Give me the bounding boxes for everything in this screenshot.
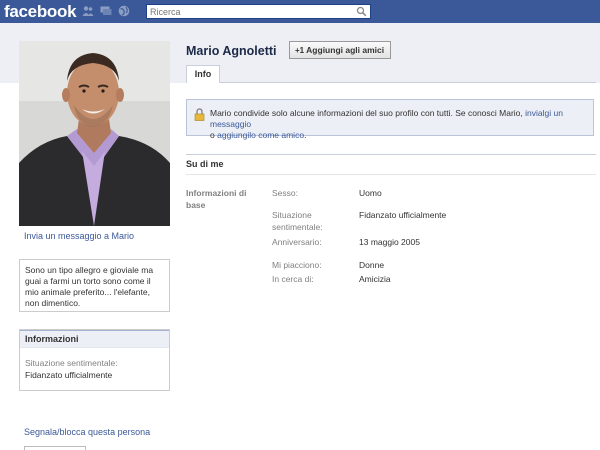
search-input[interactable] <box>147 5 352 18</box>
about-section-title: Su di me <box>186 159 224 169</box>
bottom-box-edge <box>24 446 86 450</box>
field-value-interested-in: Donne <box>359 260 385 270</box>
field-key-relationship: Situazione sentimentale: <box>272 210 323 232</box>
sidebar-info-title: Informazioni <box>20 330 169 348</box>
section-subdivider <box>186 174 596 175</box>
add-friend-label: Aggiungi agli amici <box>306 45 385 55</box>
search-icon[interactable] <box>356 6 367 17</box>
add-friend-button[interactable]: +1 Aggiungi agli amici <box>289 41 391 59</box>
notice-text: Mario condivide solo alcune informazioni… <box>210 108 523 118</box>
profile-photo[interactable] <box>19 41 170 226</box>
add-friend-icon: +1 <box>295 46 305 55</box>
field-value-sex: Uomo <box>359 188 382 198</box>
report-block-link[interactable]: Segnala/blocca questa persona <box>24 427 150 437</box>
send-message-link[interactable]: Invia un messaggio a Mario <box>24 231 134 241</box>
notice-or: o <box>210 130 215 140</box>
notice-end: . <box>304 130 307 140</box>
search-box <box>146 4 371 19</box>
field-value-looking-for: Amicizia <box>359 274 391 284</box>
tabs-divider <box>186 82 596 83</box>
add-friend-notice-link[interactable]: aggiungilo come amico <box>217 130 304 140</box>
notifications-globe-icon[interactable] <box>118 5 130 17</box>
field-value-relationship: Fidanzato ufficialmente <box>359 210 447 220</box>
relationship-label: Situazione sentimentale: <box>25 358 118 368</box>
friend-requests-icon[interactable] <box>82 5 94 17</box>
field-value-anniversary: 13 maggio 2005 <box>359 237 420 247</box>
field-key-looking-for: In cerca di: <box>272 274 314 284</box>
relationship-value: Fidanzato ufficialmente <box>25 370 113 380</box>
field-key-anniversary: Anniversario: <box>272 237 322 247</box>
profile-bio: Sono un tipo allegro e gioviale ma guai … <box>19 259 170 312</box>
profile-name: Mario Agnoletti <box>186 44 277 58</box>
field-key-interested-in: Mi piacciono: <box>272 260 322 270</box>
messages-icon[interactable] <box>100 5 112 17</box>
sidebar-info-box: Informazioni Situazione sentimentale: Fi… <box>19 329 170 391</box>
tab-info[interactable]: Info <box>186 65 220 83</box>
field-key-sex: Sesso: <box>272 188 298 198</box>
privacy-notice: Mario condivide solo alcune informazioni… <box>186 99 594 140</box>
top-navigation-bar: facebook <box>0 0 600 23</box>
basic-info-label: Informazioni di base <box>186 188 247 210</box>
lock-icon <box>194 108 205 121</box>
facebook-logo[interactable]: facebook <box>4 0 77 23</box>
section-divider <box>186 154 596 155</box>
